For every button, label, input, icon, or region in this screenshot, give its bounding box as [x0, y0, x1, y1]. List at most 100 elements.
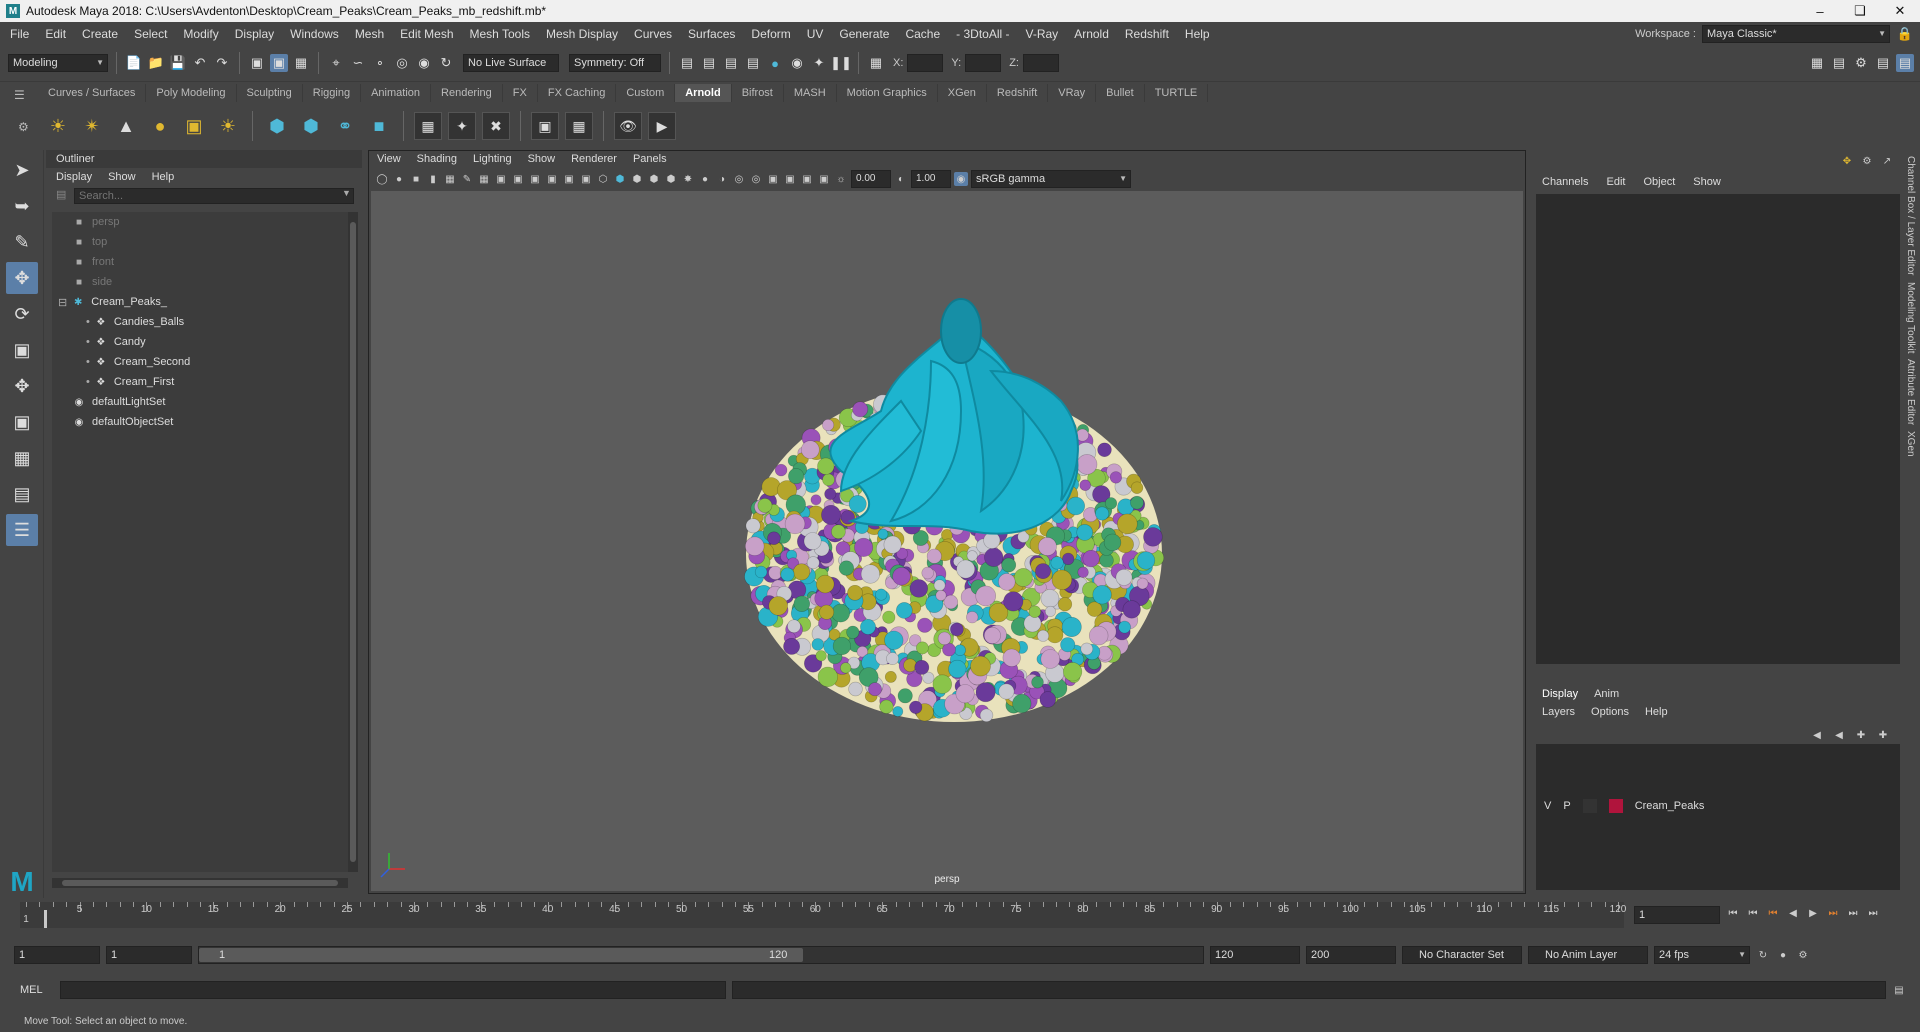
side-tab-xgen[interactable]: XGen [1905, 431, 1916, 457]
xray-joints-icon[interactable]: ▣ [800, 172, 814, 186]
menu-curves[interactable]: Curves [626, 27, 680, 41]
menu-display[interactable]: Display [227, 27, 282, 41]
color-management-icon[interactable]: ◉ [954, 172, 968, 186]
outliner-item[interactable]: • ❖ Cream_First [52, 372, 348, 392]
render-frame-icon[interactable]: ▤ [700, 54, 718, 72]
channel-box-float-icon[interactable]: ↗ [1880, 154, 1894, 168]
exposure-icon[interactable]: ☼ [834, 172, 848, 186]
safe-title-icon[interactable]: ▣ [579, 172, 593, 186]
select-hierarchy-icon[interactable]: ▣ [248, 54, 266, 72]
minimize-icon[interactable]: – [1800, 0, 1840, 22]
render-to-texture-icon[interactable]: ▦ [565, 112, 593, 140]
expand-dot-icon[interactable]: • [86, 356, 90, 368]
workspace-dropdown[interactable]: Maya Classic* ▼ [1702, 24, 1890, 43]
menu-mesh-tools[interactable]: Mesh Tools [462, 27, 538, 41]
layer-editor-menu-help[interactable]: Help [1645, 706, 1668, 718]
z-field[interactable] [1022, 54, 1059, 72]
xray-components-icon[interactable]: ▣ [817, 172, 831, 186]
isolate-select-icon[interactable]: ▣ [766, 172, 780, 186]
menu-deform[interactable]: Deform [743, 27, 798, 41]
shelf-tab-redshift[interactable]: Redshift [987, 84, 1049, 102]
viewport-menu-show[interactable]: Show [528, 153, 556, 167]
flush-light-cache-icon[interactable]: ✖ [482, 112, 510, 140]
menu-mesh[interactable]: Mesh [347, 27, 392, 41]
menu-generate[interactable]: Generate [831, 27, 897, 41]
gate-mask-icon[interactable]: ▣ [528, 172, 542, 186]
menu-3dtoall[interactable]: - 3DtoAll - [948, 27, 1017, 41]
gamma-icon[interactable]: ◐ [894, 172, 908, 186]
viewport-menu-view[interactable]: View [377, 153, 401, 167]
viewport-menu-panels[interactable]: Panels [633, 153, 667, 167]
last-tool-icon[interactable]: ✥ [6, 370, 38, 402]
snap-rotate-icon[interactable]: ↻ [437, 54, 455, 72]
redo-icon[interactable]: ↷ [213, 54, 231, 72]
shelf-tab-curves-surfaces[interactable]: Curves / Surfaces [38, 84, 147, 102]
outliner-item[interactable]: ■ persp [52, 212, 348, 232]
sidebar-tool-settings-icon[interactable]: ⚙ [1852, 54, 1870, 72]
film-gate-icon[interactable]: ▣ [494, 172, 508, 186]
close-icon[interactable]: ✕ [1880, 0, 1920, 22]
light-portal-icon[interactable]: ▣ [180, 112, 208, 140]
fps-dropdown[interactable]: 24 fps ▼ [1654, 946, 1750, 964]
field-chart-icon[interactable]: ▣ [545, 172, 559, 186]
outliner-layout-icon[interactable]: ☰ [6, 514, 38, 546]
shelf-tab-fx[interactable]: FX [503, 84, 538, 102]
time-ruler[interactable]: 1 5 10 15 20 25 30 35 40 45 50 55 60 65 70 75 80 85 90 95 1… [20, 902, 1626, 928]
go-to-start-icon[interactable]: ⏮ [1726, 906, 1740, 920]
menu-surfaces[interactable]: Surfaces [680, 27, 743, 41]
paint-select-tool-icon[interactable]: ✎ [6, 226, 38, 258]
screen-space-ao-icon[interactable]: ● [698, 172, 712, 186]
shelf-settings-icon[interactable]: ⚙ [18, 120, 29, 134]
collapse-icon[interactable]: ⊟ [58, 296, 67, 309]
shelf-tab-rigging[interactable]: Rigging [303, 84, 362, 102]
outliner-menu-help[interactable]: Help [152, 171, 175, 183]
expand-dot-icon[interactable]: • [86, 336, 90, 348]
smooth-shade-icon[interactable]: ⬢ [613, 172, 627, 186]
new-scene-icon[interactable]: 📄 [125, 54, 143, 72]
single-perspective-layout-icon[interactable]: ▣ [6, 406, 38, 438]
create-standin-icon[interactable]: ⬢ [263, 112, 291, 140]
select-tool-icon[interactable]: ➤ [6, 154, 38, 186]
outliner-horizontal-scrollbar[interactable] [52, 878, 348, 888]
filter-icon[interactable]: ▤ [56, 188, 66, 201]
rotate-tool-icon[interactable]: ⟳ [6, 298, 38, 330]
shelf-tab-custom[interactable]: Custom [616, 84, 676, 102]
outliner-item[interactable]: ⊟ ✱ Cream_Peaks_ [52, 292, 348, 312]
outliner-menu-display[interactable]: Display [56, 171, 92, 183]
view-transform-dropdown[interactable]: sRGB gamma ▼ [971, 170, 1131, 188]
layer-row[interactable]: V P Cream_Peaks [1540, 796, 1896, 816]
play-backwards-icon[interactable]: ◀ [1786, 906, 1800, 920]
expand-dot-icon[interactable]: • [86, 376, 90, 388]
symmetry-dropdown[interactable]: Symmetry: Off [569, 54, 661, 72]
depth-of-field-icon[interactable]: ◎ [749, 172, 763, 186]
ipr-render-icon[interactable]: ▤ [722, 54, 740, 72]
new-layer-from-selection-icon[interactable]: ✚ [1876, 728, 1890, 742]
side-tab-attribute-editor[interactable]: Attribute Editor [1905, 359, 1916, 425]
redshift-render-icon[interactable]: ✦ [810, 54, 828, 72]
viewport-menu-lighting[interactable]: Lighting [473, 153, 512, 167]
menu-edit[interactable]: Edit [37, 27, 74, 41]
mesh-light-icon[interactable]: ✴ [78, 112, 106, 140]
four-view-layout-icon[interactable]: ▦ [6, 442, 38, 474]
outliner-item[interactable]: ■ front [52, 252, 348, 272]
outliner-item[interactable]: ◉ defaultLightSet [52, 392, 348, 412]
two-d-pan-zoom-icon[interactable]: ▦ [443, 172, 457, 186]
snap-surface-icon[interactable]: ◉ [415, 54, 433, 72]
shelf-tab-xgen[interactable]: XGen [938, 84, 987, 102]
move-tool-icon[interactable]: ✥ [6, 262, 38, 294]
step-forward-key-icon[interactable]: ⏭ [1846, 906, 1860, 920]
menu-create[interactable]: Create [74, 27, 126, 41]
flush-background-cache-icon[interactable]: ✦ [448, 112, 476, 140]
outliner-item[interactable]: ■ top [52, 232, 348, 252]
current-frame-field[interactable]: 1 [1634, 906, 1720, 924]
viewport-menu-shading[interactable]: Shading [417, 153, 457, 167]
shadows-icon[interactable]: ✸ [681, 172, 695, 186]
layer-color-swatch[interactable] [1608, 799, 1623, 813]
tx-manager-icon[interactable]: ▣ [531, 112, 559, 140]
arnold-renderview-icon[interactable]: 👁 [614, 112, 642, 140]
safe-action-icon[interactable]: ▣ [562, 172, 576, 186]
layer-editor-menu-options[interactable]: Options [1591, 706, 1629, 718]
current-time-indicator[interactable] [44, 910, 47, 928]
resolution-gate-icon[interactable]: ▣ [511, 172, 525, 186]
menu-help[interactable]: Help [1177, 27, 1218, 41]
